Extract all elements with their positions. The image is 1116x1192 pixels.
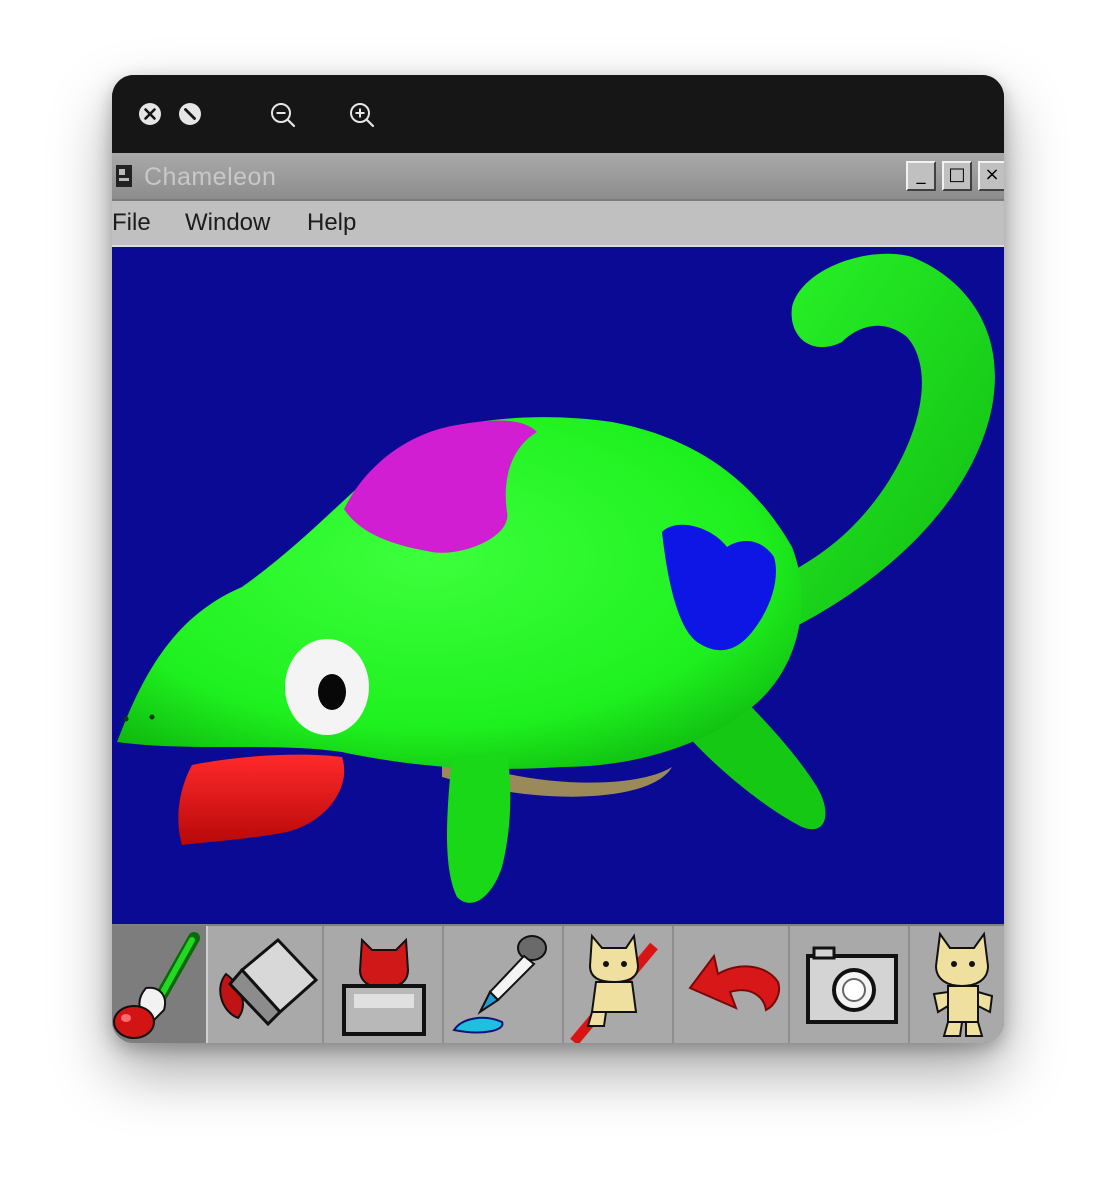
nostril [123,716,129,722]
clear-tool[interactable] [564,926,674,1043]
maximize-button[interactable]: □ [942,161,972,191]
tool-palette [112,924,1004,1043]
cat-clear-icon [570,933,658,1043]
undo-arrow-icon [688,953,780,1012]
cat-character-icon [932,931,994,1037]
app-icon [116,165,132,187]
zoom-out-icon[interactable] [270,102,296,128]
snapshot-tool[interactable] [790,926,910,1043]
chameleon-drawing [117,253,995,903]
eyedropper-icon [452,935,547,1034]
paintbrush-icon [113,932,200,1039]
stamp-icon [342,937,426,1036]
app-titlebar: Chameleon _ □ × [112,153,1004,201]
drawing-canvas[interactable] [112,247,1004,924]
chameleon-pupil [318,674,346,710]
chameleon-app-window: Chameleon _ □ × File Window Help [112,153,1004,1043]
block-icon[interactable] [178,102,202,126]
chameleon-front-leg [447,752,511,903]
menu-bar: File Window Help [112,201,1004,247]
chameleon-tongue [178,754,345,845]
eyedropper-tool[interactable] [444,926,564,1043]
brush-tool[interactable] [112,926,208,1043]
menu-file[interactable]: File [112,209,151,237]
close-window-button[interactable]: × [978,161,1004,191]
character-tool[interactable] [910,926,1004,1043]
viewer-toolbar [112,75,1004,153]
menu-help[interactable]: Help [307,209,356,237]
zoom-in-icon[interactable] [349,102,375,128]
close-icon[interactable] [138,102,162,126]
stamp-tool[interactable] [324,926,444,1043]
camera-icon [806,946,898,1024]
nostril [149,714,155,720]
eraser-tool[interactable] [208,926,324,1043]
app-title: Chameleon [144,163,277,191]
minimize-button[interactable]: _ [906,161,936,191]
image-viewer-window: Chameleon _ □ × File Window Help [112,75,1004,1043]
menu-window[interactable]: Window [185,209,270,237]
undo-tool[interactable] [674,926,790,1043]
eraser-icon [219,937,319,1027]
